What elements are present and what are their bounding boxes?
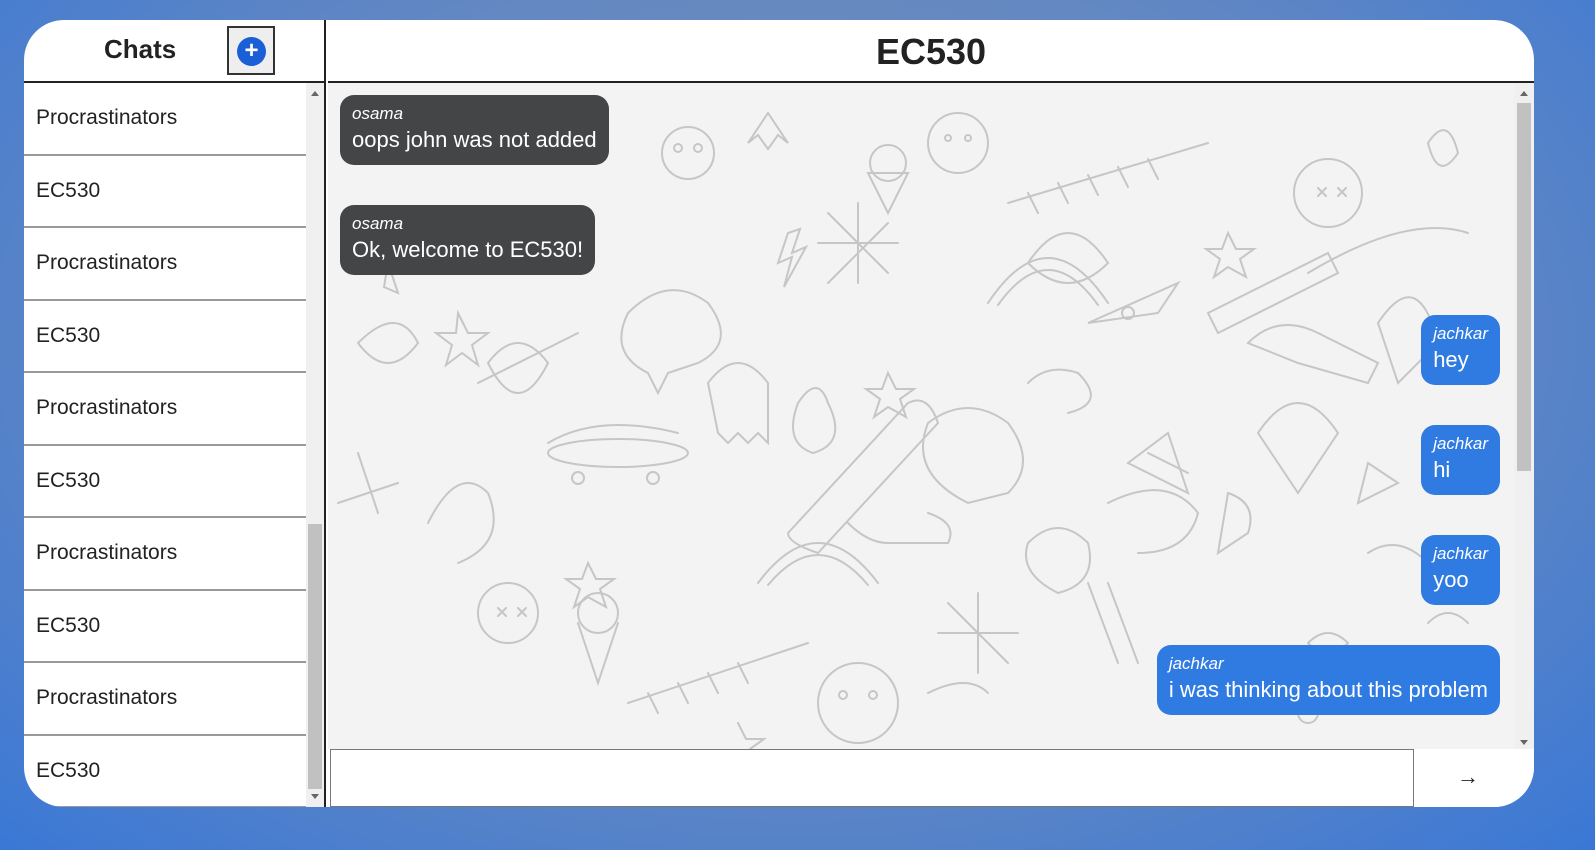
message-input[interactable] [330, 749, 1414, 807]
chat-list: Procrastinators EC530 Procrastinators EC… [24, 83, 306, 807]
chat-item-label: EC530 [36, 613, 101, 637]
scrollbar-thumb[interactable] [1517, 103, 1531, 471]
scroll-up-arrow-icon[interactable] [311, 91, 319, 96]
message-bubble: jachkar yoo [1421, 535, 1500, 605]
message-author: jachkar [1433, 434, 1488, 453]
sidebar-scrollbar[interactable] [306, 83, 324, 807]
message-author: osama [352, 214, 404, 233]
sidebar-title: Chats [104, 34, 177, 64]
chat-main: EC530 osama oops john was not added osam… [328, 20, 1534, 807]
message-bubble: jachkar i was thinking about this proble… [1156, 645, 1500, 715]
message-bubble: osama Ok, welcome to EC530! [340, 205, 596, 275]
chat-item-label: Procrastinators [36, 541, 178, 565]
message-bubble: jachkar hi [1421, 425, 1500, 495]
chat-list-item[interactable]: Procrastinators [24, 228, 306, 301]
chat-item-label: EC530 [36, 758, 101, 782]
message-text: Ok, welcome to EC530! [352, 237, 584, 262]
chat-item-label: Procrastinators [36, 251, 178, 275]
chat-item-label: Procrastinators [36, 396, 178, 420]
sidebar-header: Chats + [24, 20, 326, 83]
scroll-down-arrow-icon[interactable] [311, 794, 319, 799]
scroll-down-arrow-icon[interactable] [1520, 740, 1528, 745]
chat-item-label: Procrastinators [36, 106, 178, 130]
chat-list-item[interactable]: EC530 [24, 736, 306, 807]
chat-list-item[interactable]: Procrastinators [24, 373, 306, 446]
chat-list-item[interactable]: EC530 [24, 591, 306, 663]
chat-list-item[interactable]: EC530 [24, 156, 306, 228]
message-author: jachkar [1433, 324, 1488, 343]
message-bubble: jachkar hey [1421, 315, 1500, 385]
chat-item-label: Procrastinators [36, 686, 178, 710]
chat-item-label: EC530 [36, 323, 101, 347]
message-area: osama oops john was not added osama Ok, … [328, 83, 1514, 749]
chat-header: EC530 [328, 20, 1534, 83]
message-author: jachkar [1433, 544, 1488, 563]
message-text: yoo [1433, 567, 1469, 592]
chat-item-label: EC530 [36, 468, 101, 492]
chat-list-item[interactable]: Procrastinators [24, 663, 306, 736]
message-author: osama [352, 104, 404, 123]
message-composer: → [328, 749, 1534, 807]
arrow-right-icon: → [1457, 764, 1479, 789]
message-author: jachkar [1168, 654, 1224, 673]
chat-list-item[interactable]: EC530 [24, 301, 306, 373]
chat-sidebar: Chats + Procrastinators EC530 Procrastin… [24, 20, 326, 807]
chat-list-item[interactable]: Procrastinators [24, 518, 306, 591]
chat-app-window: Chats + Procrastinators EC530 Procrastin… [24, 20, 1534, 807]
message-text: hi [1433, 457, 1451, 482]
scroll-up-arrow-icon[interactable] [1520, 91, 1528, 96]
chat-list-item[interactable]: Procrastinators [24, 83, 306, 156]
send-button[interactable]: → [1428, 755, 1508, 799]
scrollbar-thumb[interactable] [308, 524, 322, 789]
message-text: hey [1433, 347, 1469, 372]
plus-circle-icon: + [237, 37, 266, 66]
message-scrollbar[interactable] [1514, 83, 1534, 749]
chat-list-item[interactable]: EC530 [24, 446, 306, 518]
message-text: oops john was not added [352, 127, 597, 152]
message-bubble: osama oops john was not added [340, 95, 609, 165]
chat-item-label: EC530 [36, 178, 101, 202]
message-text: i was thinking about this problem [1168, 677, 1488, 702]
new-chat-button[interactable]: + [227, 26, 275, 75]
chat-title: EC530 [875, 31, 987, 72]
